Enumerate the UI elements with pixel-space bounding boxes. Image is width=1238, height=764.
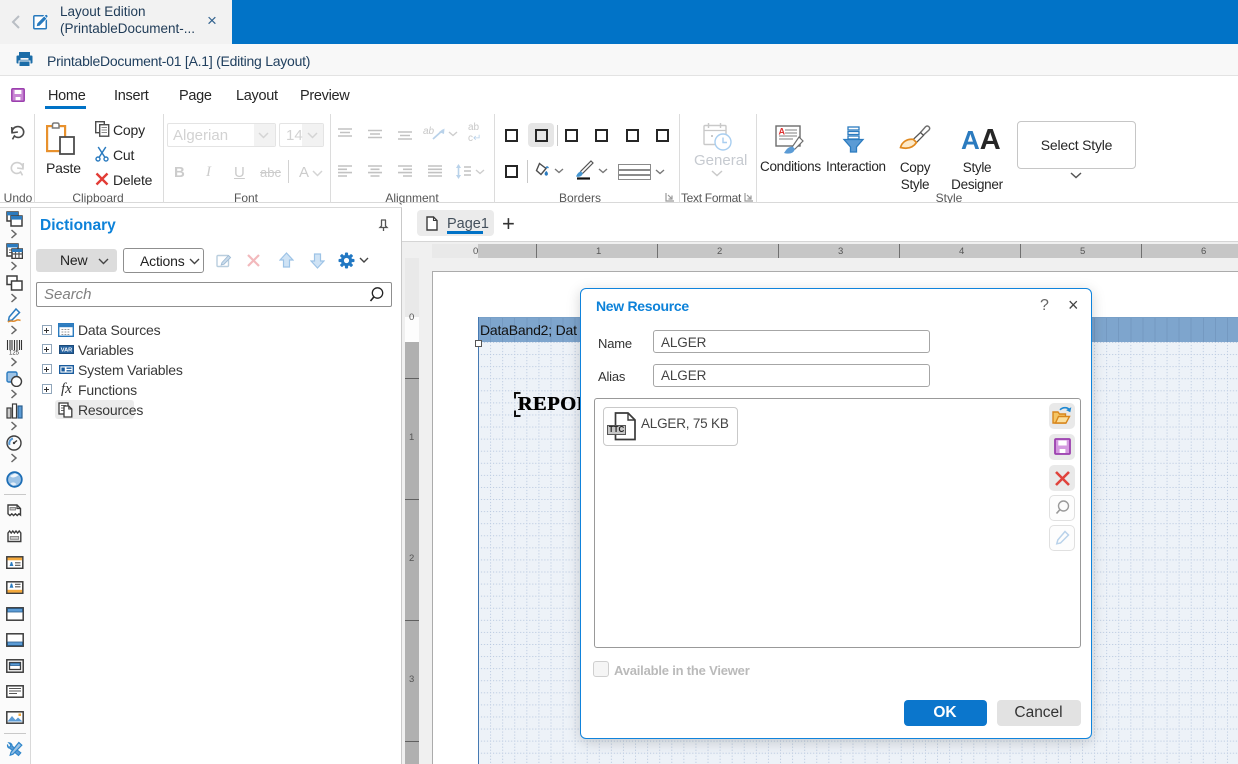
svg-text:VAR: VAR bbox=[61, 348, 72, 354]
svg-text:125: 125 bbox=[9, 351, 20, 356]
svg-text:A: A bbox=[779, 127, 786, 137]
